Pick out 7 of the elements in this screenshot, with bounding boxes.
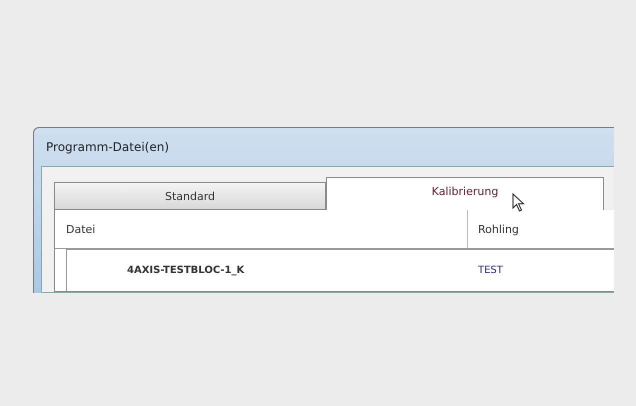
column-header: Rohling bbox=[477, 222, 519, 236]
window-title: Programm-Datei(en) bbox=[46, 140, 170, 154]
table-cell-text: TEST bbox=[477, 265, 503, 276]
tab[interactable]: Kalibrierung bbox=[326, 177, 604, 210]
table-cell-text: 4AXIS-TESTBLOC-1_K bbox=[126, 265, 246, 276]
tab[interactable]: Standard bbox=[54, 182, 326, 210]
column-header: Datei bbox=[55, 210, 468, 248]
